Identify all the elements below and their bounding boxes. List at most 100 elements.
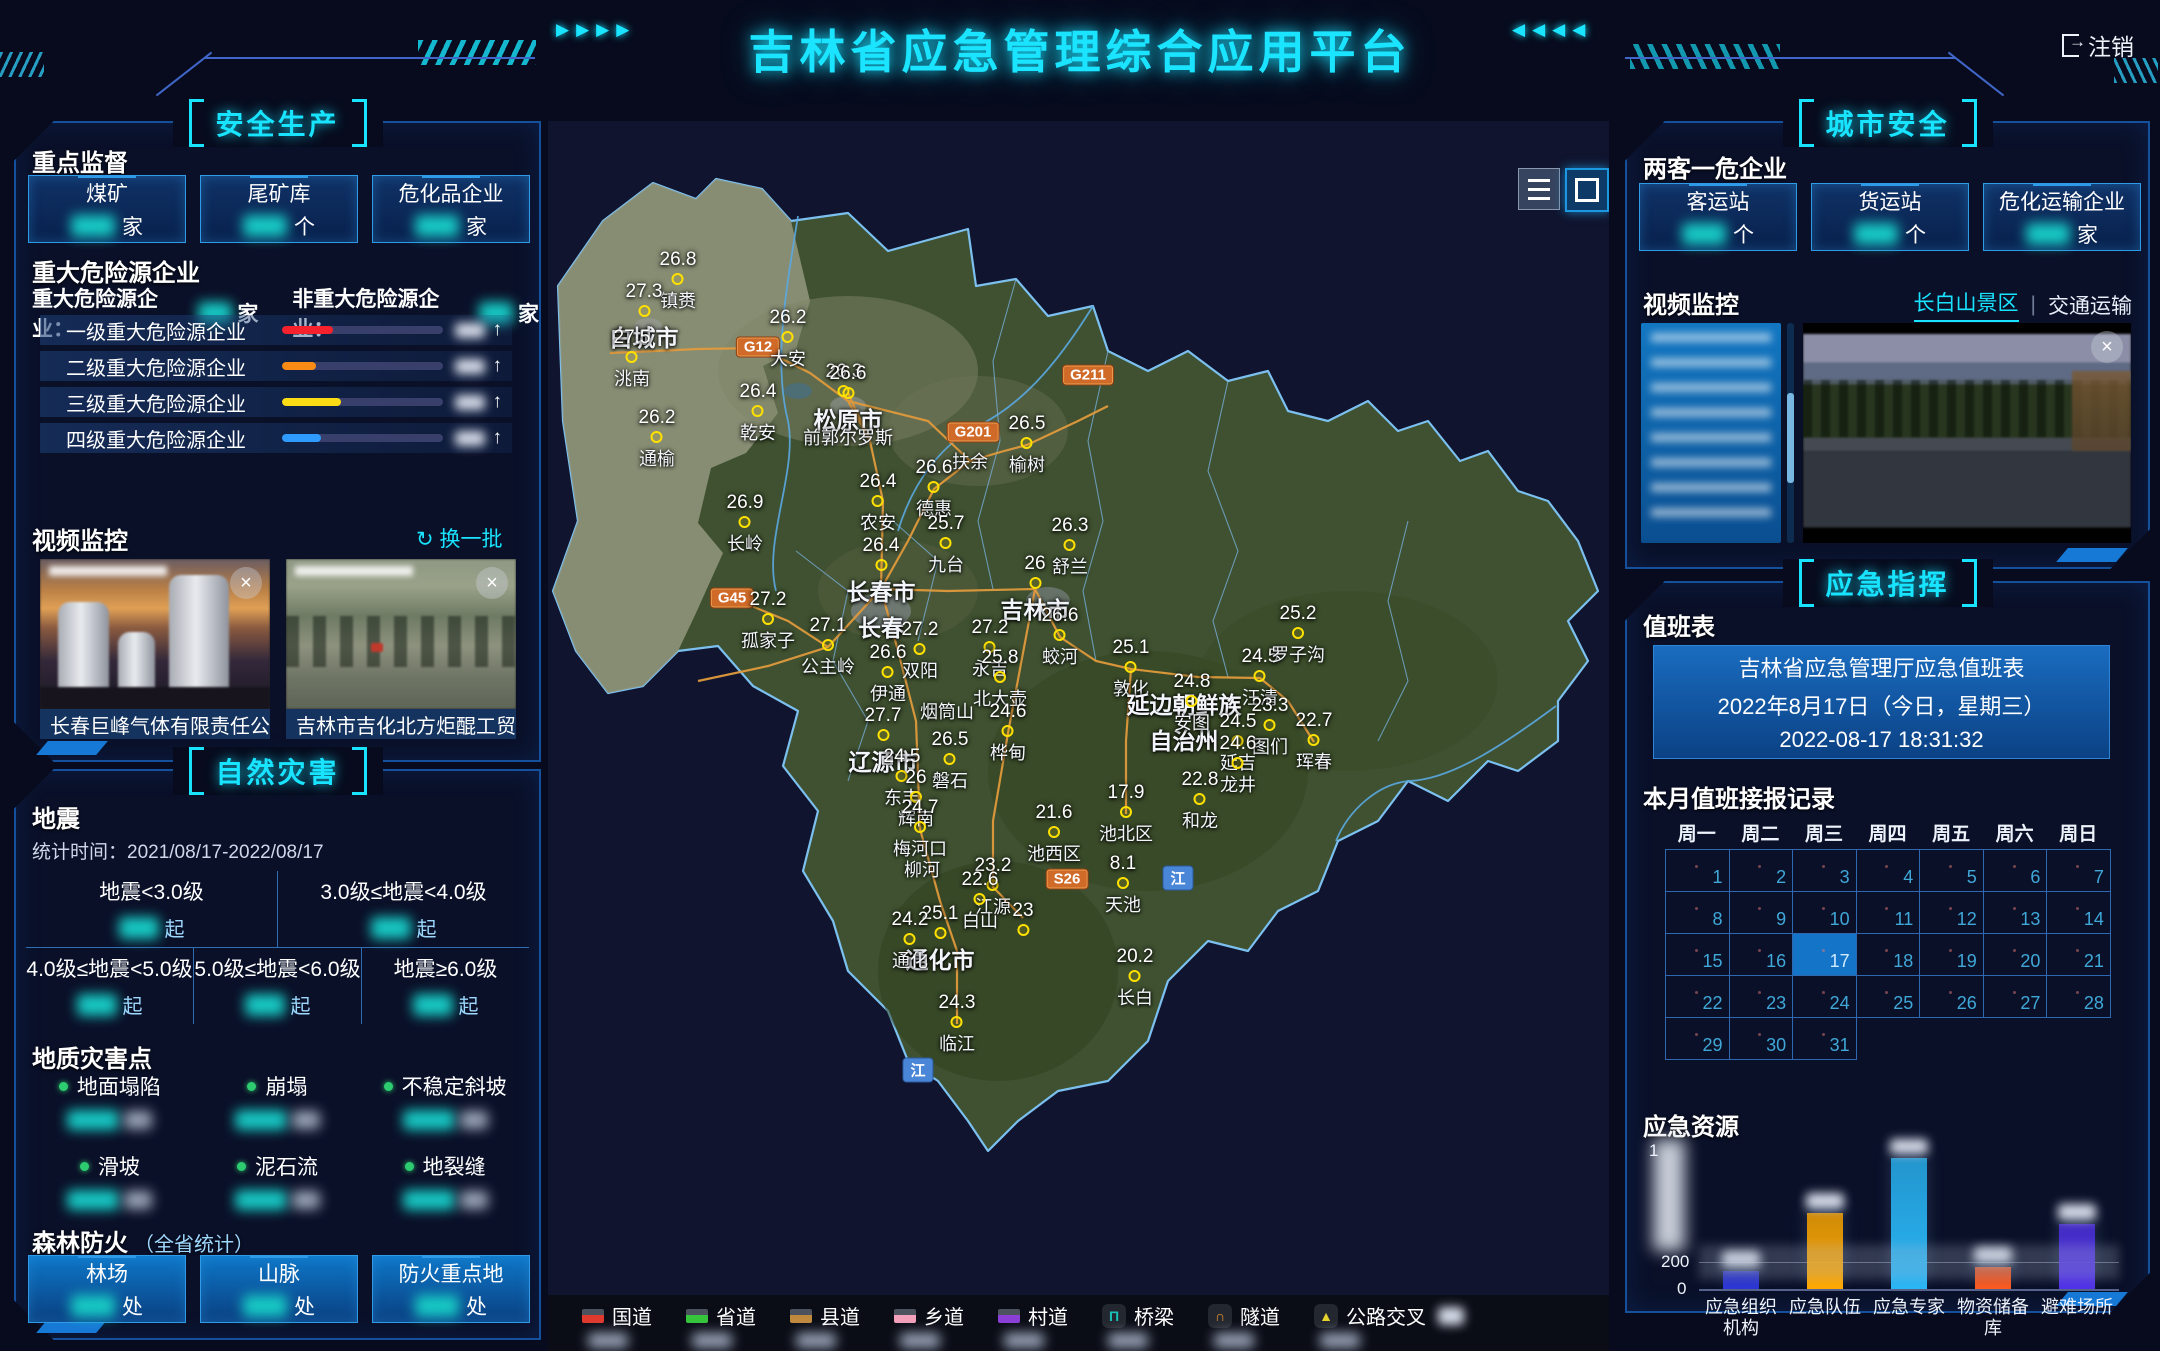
map-marker-通化[interactable]: 24.2通化 (892, 909, 929, 973)
camera-list-blurred[interactable] (1641, 323, 1781, 543)
map-marker-双阳[interactable]: 27.2双阳 (902, 619, 939, 683)
map-marker-公主岭[interactable]: 27.1公主岭 (801, 615, 855, 679)
map-fullscreen-button[interactable] (1565, 168, 1609, 212)
legend-item-乡道[interactable]: 乡道 (894, 1301, 964, 1348)
legend-item-公路交叉[interactable]: ▲公路交叉 (1314, 1301, 1464, 1348)
refresh-batch-button[interactable]: ↻ 换一批 (416, 523, 502, 553)
map-marker-磐石[interactable]: 26.5磐石 (932, 729, 969, 793)
legend-item-桥梁[interactable]: Π桥梁 (1102, 1301, 1174, 1348)
calendar-day-17[interactable]: 17 (1793, 934, 1857, 976)
calendar-day-30[interactable]: 30 (1730, 1018, 1794, 1060)
calendar-day-25[interactable]: 25 (1857, 976, 1921, 1018)
live-video-frame[interactable]: × (1803, 323, 2131, 543)
calendar-day-31[interactable]: 31 (1793, 1018, 1857, 1060)
calendar-day-10[interactable]: 10 (1793, 892, 1857, 934)
province-map[interactable]: 26.8镇赉27.3白城市27.5洮南26.2大安26.326.6松原市前郭尔罗… (548, 121, 1609, 1351)
camera-card[interactable]: × 长春巨峰气体有限责任公司 (40, 559, 270, 739)
camera-card[interactable]: × 吉林市吉化北方炬醌工贸责任... (286, 559, 516, 739)
calendar-day-28[interactable]: 28 (2047, 976, 2111, 1018)
map-marker-农安[interactable]: 26.4农安 (860, 471, 897, 535)
calendar-day-9[interactable]: 9 (1730, 892, 1794, 934)
legend-item-隧道[interactable]: ∩隧道 (1208, 1301, 1280, 1348)
logout-button[interactable]: 注销 (2062, 28, 2134, 62)
map-marker-九台[interactable]: 25.7九台 (928, 513, 965, 577)
calendar-day-22[interactable]: 22 (1666, 976, 1730, 1018)
calendar-day-13[interactable]: 13 (1984, 892, 2048, 934)
stat-card-危化品企业[interactable]: 危化品企业家 (372, 175, 530, 243)
map-marker-长岭[interactable]: 26.9长岭 (727, 492, 764, 556)
calendar-day-12[interactable]: 12 (1920, 892, 1984, 934)
map-marker-通榆[interactable]: 26.2通榆 (639, 407, 676, 471)
calendar-day-2[interactable]: 2 (1730, 850, 1794, 892)
stat-card-危化运输企业[interactable]: 危化运输企业家 (1983, 183, 2141, 251)
calendar-day-16[interactable]: 16 (1730, 934, 1794, 976)
tab-changbaishan[interactable]: 长白山景区 (1914, 287, 2019, 322)
map-marker-德惠[interactable]: 26.6德惠 (916, 457, 953, 521)
calendar-day-18[interactable]: 18 (1857, 934, 1921, 976)
calendar-day-3[interactable]: 3 (1793, 850, 1857, 892)
map-marker-龙井[interactable]: 24.6龙井 (1220, 733, 1257, 797)
legend-item-县道[interactable]: 县道 (790, 1301, 860, 1348)
map-marker-长白[interactable]: 20.2长白 (1117, 946, 1154, 1010)
map-marker-池西区[interactable]: 21.6池西区 (1027, 802, 1081, 866)
map-marker-洮南[interactable]: 27.5洮南 (614, 327, 651, 391)
calendar-day-6[interactable]: 6 (1984, 850, 2048, 892)
legend-item-省道[interactable]: 省道 (686, 1301, 756, 1348)
stat-card-尾矿库[interactable]: 尾矿库个 (200, 175, 358, 243)
stat-card-林场[interactable]: 林场处 (28, 1255, 186, 1323)
calendar-day-1[interactable]: 1 (1666, 850, 1730, 892)
camera-list-scrollbar[interactable] (1787, 323, 1794, 543)
map-marker-桦甸[interactable]: 24.6桦甸 (990, 701, 1027, 765)
calendar-day-27[interactable]: 27 (1984, 976, 2048, 1018)
map-marker-扶余[interactable]: 扶余 (952, 448, 988, 474)
stat-card-山脉[interactable]: 山脉处 (200, 1255, 358, 1323)
calendar-day-26[interactable]: 26 (1920, 976, 1984, 1018)
calendar-day-29[interactable]: 29 (1666, 1018, 1730, 1060)
legend-item-国道[interactable]: 国道 (582, 1301, 652, 1348)
legend-item-村道[interactable]: 村道 (998, 1301, 1068, 1348)
map-marker-23[interactable]: 23 (1012, 900, 1033, 936)
stat-card-货运站[interactable]: 货运站个 (1811, 183, 1969, 251)
calendar-day-20[interactable]: 20 (1984, 934, 2048, 976)
map-marker-蛟河[interactable]: 26.6蛟河 (1042, 605, 1079, 669)
calendar-day-19[interactable]: 19 (1920, 934, 1984, 976)
heading-two-pass-one-danger: 两客一危企业 (1643, 149, 1787, 184)
calendar-day-4[interactable]: 4 (1857, 850, 1921, 892)
map-marker-大安[interactable]: 26.2大安 (770, 307, 807, 371)
stat-card-防火重点地[interactable]: 防火重点地处 (372, 1255, 530, 1323)
calendar-day-21[interactable]: 21 (2047, 934, 2111, 976)
calendar-day-8[interactable]: 8 (1666, 892, 1730, 934)
map-marker-舒兰[interactable]: 26.3舒兰 (1052, 515, 1089, 579)
map-marker-烟筒山[interactable]: 烟筒山 (920, 698, 974, 724)
map-marker-临江[interactable]: 24.3临江 (939, 992, 976, 1056)
stat-card-客运站[interactable]: 客运站个 (1639, 183, 1797, 251)
stat-card-煤矿[interactable]: 煤矿家 (28, 175, 186, 243)
map-layers-button[interactable] (1518, 168, 1560, 210)
close-icon[interactable]: × (2091, 331, 2123, 363)
map-marker-乾安[interactable]: 26.4乾安 (740, 381, 777, 445)
map-marker-柳河[interactable]: 柳河 (904, 856, 940, 882)
calendar-day-7[interactable]: 7 (2047, 850, 2111, 892)
scrollbar-thumb[interactable] (1787, 393, 1794, 483)
close-icon[interactable]: × (476, 567, 508, 599)
map-marker-珲春[interactable]: 22.7珲春 (1296, 710, 1333, 774)
calendar-day-14[interactable]: 14 (2047, 892, 2111, 934)
calendar-day-11[interactable]: 11 (1857, 892, 1921, 934)
map-marker-罗子沟[interactable]: 25.2罗子沟 (1271, 603, 1325, 667)
map-marker-安图[interactable]: 24.8安图 (1174, 671, 1211, 735)
map-marker-伊通[interactable]: 26.6伊通 (870, 642, 907, 706)
map-marker-孤家子[interactable]: 27.2孤家子 (741, 589, 795, 653)
close-icon[interactable]: × (230, 567, 262, 599)
map-marker-图们[interactable]: 23.3图们 (1252, 695, 1289, 759)
map-marker-前郭尔罗斯[interactable]: 前郭尔罗斯 (803, 424, 893, 450)
calendar-day-15[interactable]: 15 (1666, 934, 1730, 976)
map-marker-天池[interactable]: 8.1天池 (1105, 853, 1141, 917)
map-marker-梅河口[interactable]: 24.7梅河口 (893, 797, 947, 861)
calendar-day-5[interactable]: 5 (1920, 850, 1984, 892)
calendar-day-24[interactable]: 24 (1793, 976, 1857, 1018)
map-marker-榆树[interactable]: 26.5榆树 (1009, 413, 1046, 477)
calendar-day-23[interactable]: 23 (1730, 976, 1794, 1018)
map-marker-和龙[interactable]: 22.8和龙 (1182, 769, 1219, 833)
tab-transport[interactable]: 交通运输 (2048, 290, 2132, 320)
map-marker-池北区[interactable]: 17.9池北区 (1099, 782, 1153, 846)
